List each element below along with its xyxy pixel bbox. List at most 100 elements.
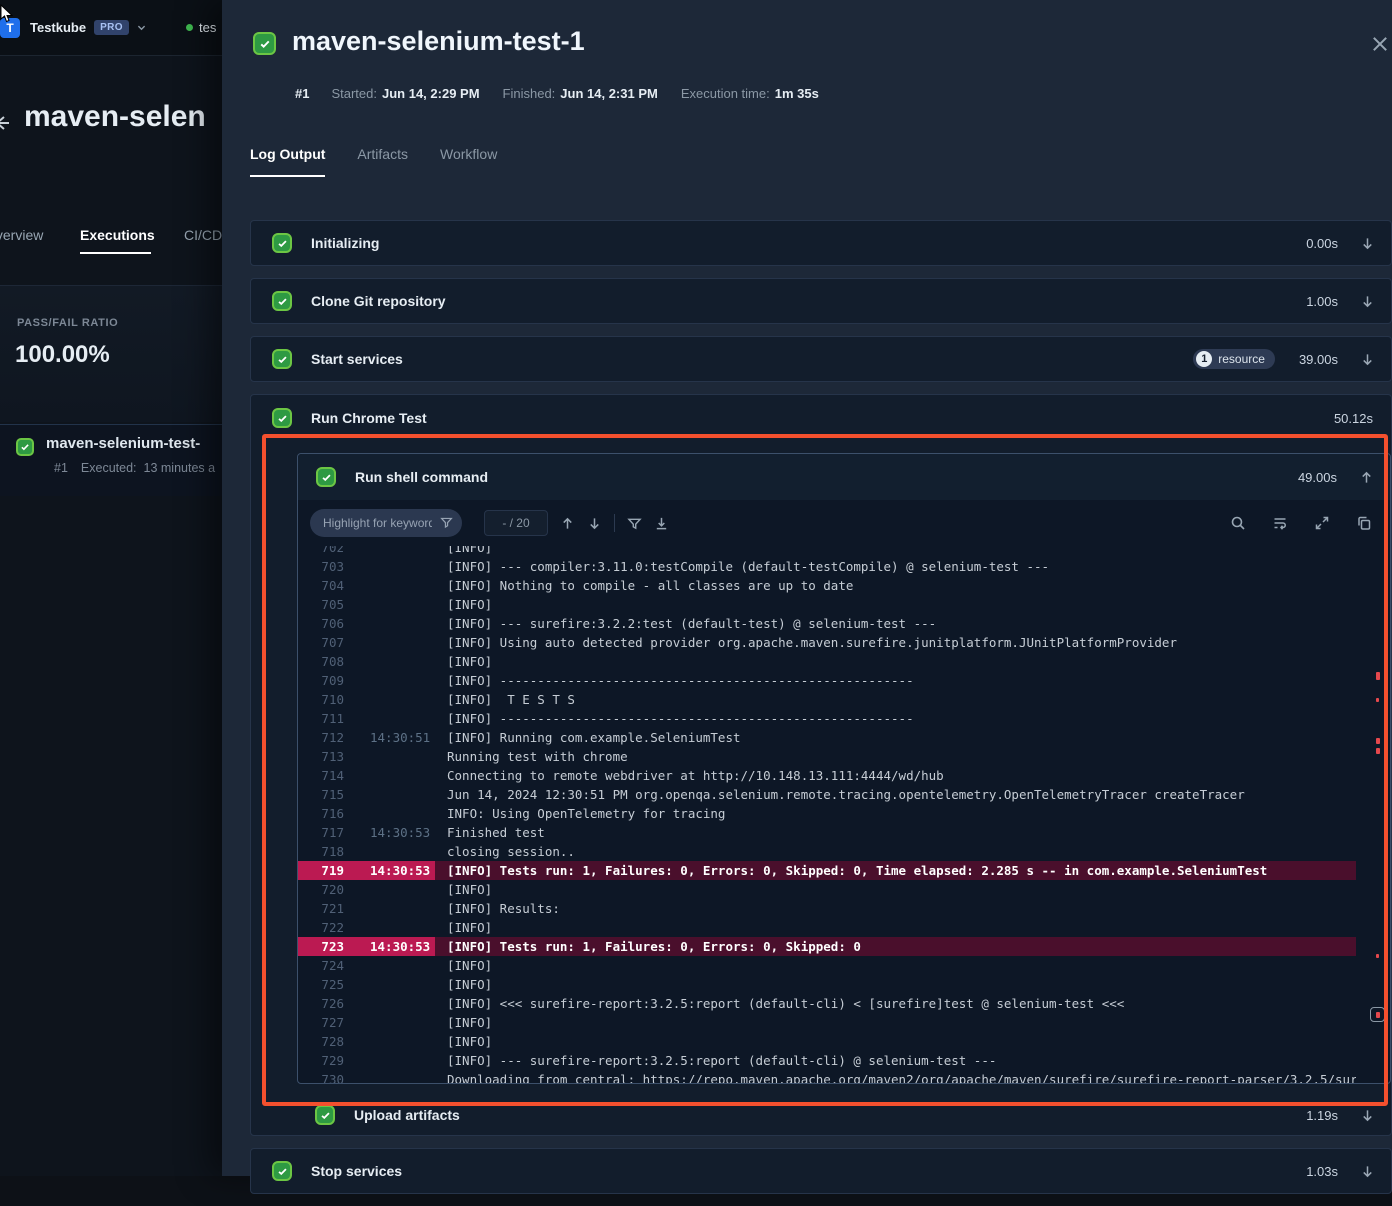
keyword-highlight-input[interactable] <box>310 509 462 537</box>
next-match-arrow-down-icon[interactable] <box>587 516 602 531</box>
step-initializing[interactable]: Initializing 0.00s <box>250 220 1392 266</box>
chevron-down-icon[interactable] <box>136 22 147 33</box>
step-run-shell-command[interactable]: Run shell command 49.00s <box>298 454 1390 500</box>
log-line-number: 716 <box>298 806 344 821</box>
download-icon[interactable] <box>654 516 669 531</box>
step-duration: 1.00s <box>1306 294 1338 309</box>
current-match-indicator <box>1370 1007 1385 1022</box>
log-line-number: 727 <box>298 1015 344 1030</box>
arrow-down-icon[interactable] <box>1360 352 1375 367</box>
log-line-text: Connecting to remote webdriver at http:/… <box>447 768 944 783</box>
log-line-number: 714 <box>298 768 344 783</box>
filter-icon[interactable] <box>627 516 642 531</box>
log-line-text: Running test with chrome <box>447 749 628 764</box>
execution-number: #1 <box>54 461 68 475</box>
step-run-shell-command-expanded: Run shell command 49.00s - / 20 <box>297 453 1391 1084</box>
step-upload-artifacts[interactable]: Upload artifacts 1.19s <box>297 1092 1391 1138</box>
top-navbar: T Testkube PRO tes <box>0 0 222 56</box>
arrow-down-icon[interactable] <box>1360 1164 1375 1179</box>
tab-cicd[interactable]: CI/CD <box>184 227 222 243</box>
log-line-number: 709 <box>298 673 344 688</box>
log-line: 727 [INFO] <box>298 1013 1356 1032</box>
log-line-number: 711 <box>298 711 344 726</box>
log-line: 71914:30:53[INFO] Tests run: 1, Failures… <box>298 861 1356 880</box>
step-start-services[interactable]: Start services 1 resource 39.00s <box>250 336 1392 382</box>
log-line: 726[INFO] <<< surefire-report:3.2.5:repo… <box>298 994 1356 1013</box>
tab-artifacts[interactable]: Artifacts <box>357 146 408 177</box>
log-line-number: 721 <box>298 901 344 916</box>
environment-name: tes <box>199 20 216 35</box>
arrow-down-icon[interactable] <box>1360 236 1375 251</box>
tab-overview[interactable]: Overview <box>0 227 43 243</box>
arrow-down-icon[interactable] <box>1360 1108 1375 1123</box>
wrap-text-icon[interactable] <box>1272 515 1288 531</box>
log-line: 715Jun 14, 2024 12:30:51 PM org.openqa.s… <box>298 785 1356 804</box>
log-line-text: [INFO] T E S T S <box>447 692 575 707</box>
log-line: 721[INFO] Results: <box>298 899 1356 918</box>
step-label: Start services <box>311 351 403 367</box>
log-lines: 702[INFO]703[INFO] --- compiler:3.11.0:t… <box>298 546 1390 1083</box>
page-title: maven-selen <box>24 100 222 134</box>
log-line: 710[INFO] T E S T S <box>298 690 1356 709</box>
log-line: 718closing session.. <box>298 842 1356 861</box>
log-toolbar: - / 20 <box>298 500 1390 546</box>
log-line: 707 [INFO] Using auto detected provider o… <box>298 633 1356 652</box>
copy-icon[interactable] <box>1356 515 1372 531</box>
finished-label: Finished: <box>503 86 556 101</box>
step-duration: 39.00s <box>1299 352 1338 367</box>
step-label: Stop services <box>311 1163 402 1179</box>
log-line: 703[INFO] --- compiler:3.11.0:testCompil… <box>298 557 1356 576</box>
step-duration: 0.00s <box>1306 236 1338 251</box>
resource-label: resource <box>1218 352 1265 366</box>
log-line: 706[INFO] --- surefire:3.2.2:test (defau… <box>298 614 1356 633</box>
log-line-number: 730 <box>298 1072 344 1083</box>
log-output-viewer[interactable]: 702[INFO]703[INFO] --- compiler:3.11.0:t… <box>298 546 1390 1083</box>
log-line: 714 Connecting to remote webdriver at htt… <box>298 766 1356 785</box>
background-app: T Testkube PRO tes maven-selen Overview … <box>0 0 222 1176</box>
close-icon[interactable] <box>1368 32 1392 56</box>
log-line-number: 715 <box>298 787 344 802</box>
log-line-number: 726 <box>298 996 344 1011</box>
tab-log-output[interactable]: Log Output <box>250 146 325 177</box>
resource-badge: 1 resource <box>1193 349 1275 369</box>
arrow-down-icon[interactable] <box>1360 294 1375 309</box>
success-check-icon <box>16 438 34 456</box>
execution-name: maven-selenium-test- <box>46 435 222 452</box>
match-counter: - / 20 <box>484 510 548 536</box>
success-check-icon <box>272 291 292 311</box>
log-line-text: [INFO] <box>447 1015 492 1030</box>
tab-executions[interactable]: Executions <box>80 227 155 243</box>
step-clone-git[interactable]: Clone Git repository 1.00s <box>250 278 1392 324</box>
arrow-up-icon[interactable] <box>1359 470 1374 485</box>
log-line-text: INFO: Using OpenTelemetry for tracing <box>447 806 725 821</box>
tab-workflow[interactable]: Workflow <box>440 146 497 177</box>
log-match-marker <box>1376 698 1379 702</box>
log-line-text: [INFO] Tests run: 1, Failures: 0, Errors… <box>447 939 861 954</box>
success-check-icon <box>272 349 292 369</box>
step-label: Initializing <box>311 235 379 251</box>
brand-name: Testkube <box>30 20 86 35</box>
log-line-number: 707 <box>298 635 344 650</box>
testkube-logo-icon: T <box>0 18 20 38</box>
prev-match-arrow-up-icon[interactable] <box>560 516 575 531</box>
started-label: Started: <box>331 86 377 101</box>
fullscreen-expand-icon[interactable] <box>1314 515 1330 531</box>
log-line-text: [INFO] Using auto detected provider org.… <box>447 635 1177 650</box>
environment-selector[interactable]: tes <box>186 20 216 35</box>
log-line-number: 703 <box>298 559 344 574</box>
execution-detail-drawer: maven-selenium-test-1 #1 Started:Jun 14,… <box>222 0 1392 1176</box>
executed-label: Executed: <box>81 461 137 475</box>
log-line-text: [INFO] --- surefire-report:3.2.5:report … <box>447 1053 996 1068</box>
resource-count: 1 <box>1196 351 1212 367</box>
step-run-chrome-test[interactable]: Run Chrome Test 50.12s <box>251 395 1391 441</box>
step-stop-services[interactable]: Stop services 1.03s <box>250 1148 1392 1194</box>
log-line-timestamp: 14:30:53 <box>370 863 430 878</box>
log-line: 709 [INFO] ------------------------------… <box>298 671 1356 690</box>
execution-list-item[interactable]: maven-selenium-test- #1 Executed: 13 min… <box>0 424 222 496</box>
execution-meta-row: #1 Started:Jun 14, 2:29 PM Finished:Jun … <box>295 86 829 101</box>
log-line: 730Downloading from central: https://rep… <box>298 1070 1356 1083</box>
log-line-text: [INFO] ---------------------------------… <box>447 673 914 688</box>
back-arrow-icon[interactable] <box>0 113 12 133</box>
search-icon[interactable] <box>1230 515 1246 531</box>
log-line-number: 719 <box>298 863 344 878</box>
